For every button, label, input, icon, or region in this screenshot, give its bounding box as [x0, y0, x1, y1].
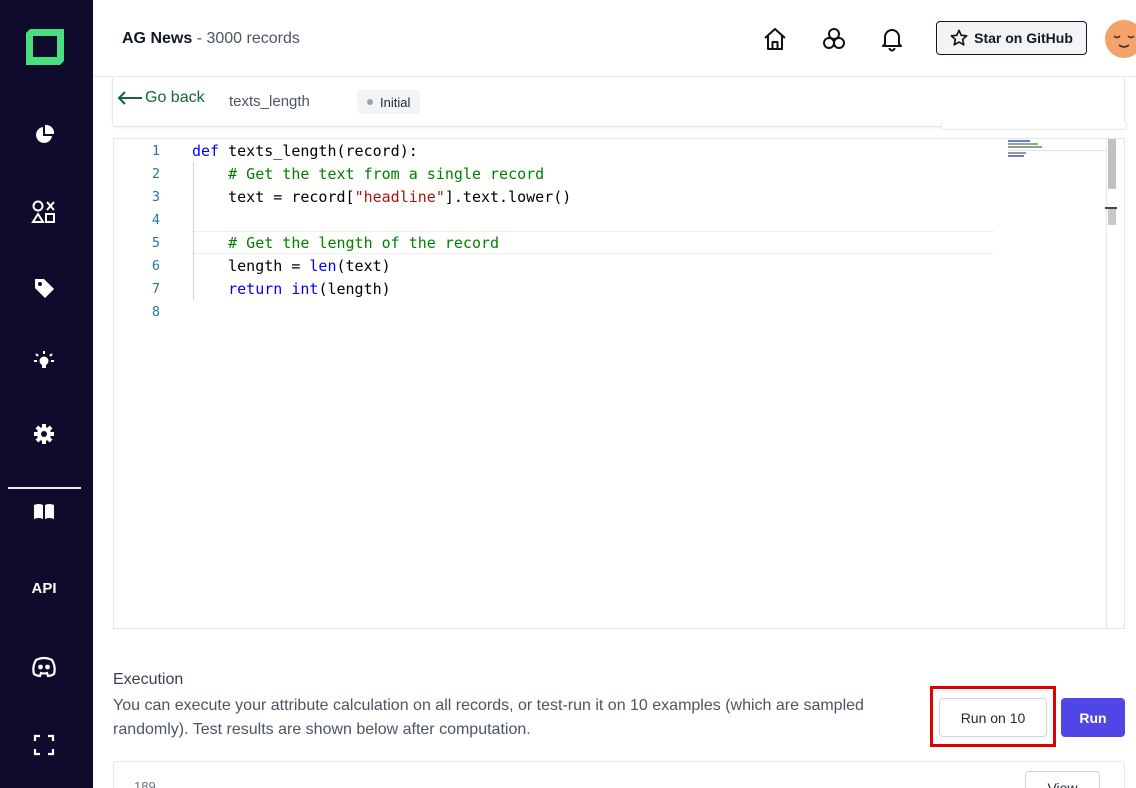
state-badge: Initial — [357, 90, 421, 114]
line-number: 6 — [151, 258, 160, 274]
fullscreen-button[interactable] — [29, 730, 59, 760]
code-editor[interactable]: 1 2 3 4 5 6 7 8 def texts_length(record)… — [113, 138, 1125, 629]
lightbulb-icon — [34, 351, 54, 368]
line-number: 3 — [151, 189, 160, 205]
line-number: 8 — [151, 304, 160, 320]
scrollbar-overview — [1108, 209, 1116, 225]
attribute-header-card: Go back texts_length Initial — [112, 78, 1127, 130]
code-line-1: def texts_length(record): — [192, 142, 418, 160]
top-header: AG News - 3000 records Star on GitHub — [93, 0, 1136, 77]
community-icon[interactable] — [29, 652, 59, 682]
star-on-github-button[interactable]: Star on GitHub — [936, 21, 1087, 55]
notifications-button[interactable] — [876, 23, 908, 55]
code-line-5: # Get the length of the record — [228, 234, 500, 252]
overview-icon[interactable] — [29, 120, 59, 150]
api-link[interactable]: API — [24, 578, 64, 600]
shapes-icon — [31, 200, 55, 223]
code-line-6: length = len(text) — [192, 257, 391, 275]
star-icon — [950, 29, 968, 46]
home-button[interactable] — [759, 23, 791, 55]
github-button-label: Star on GitHub — [974, 30, 1073, 46]
projects-button[interactable] — [818, 23, 850, 55]
execution-description: You can execute your attribute calculati… — [113, 697, 864, 738]
labeling-icon[interactable] — [29, 273, 59, 303]
sidebar-divider — [8, 487, 81, 489]
editor-scrollbar[interactable] — [1105, 139, 1117, 628]
run-on-10-button[interactable]: Run on 10 — [939, 698, 1047, 737]
minimap-line — [1008, 143, 1038, 145]
code-line-7: return int(length) — [228, 280, 391, 298]
scrollbar-thumb[interactable] — [1108, 139, 1116, 189]
run-button[interactable]: Run — [1061, 698, 1125, 737]
line-number: 7 — [151, 281, 160, 297]
attribute-name: texts_length — [229, 93, 310, 110]
arrow-left-icon — [117, 91, 142, 105]
data-browser-icon[interactable] — [29, 197, 59, 227]
project-name: AG News — [122, 30, 193, 47]
go-back-label: Go back — [145, 89, 205, 106]
code-line-2: # Get the text from a single record — [228, 165, 545, 183]
line-number: 4 — [151, 212, 160, 228]
record-count: 3000 records — [206, 30, 300, 47]
execution-title: Execution — [113, 671, 184, 688]
title-separator: - — [196, 30, 203, 47]
book-icon — [34, 504, 54, 519]
editor-minimap[interactable] — [1002, 139, 1108, 159]
line-number-gutter: 1 2 3 4 5 6 7 8 — [114, 139, 184, 628]
minimap-line — [1008, 140, 1030, 142]
settings-icon[interactable] — [29, 419, 59, 449]
code-line-3: text = record["headline"].text.lower() — [192, 188, 572, 206]
minimap-line — [1008, 152, 1026, 154]
pie-chart-icon — [36, 124, 55, 143]
docs-icon[interactable] — [29, 497, 59, 527]
tag-icon — [35, 279, 54, 298]
sidebar: API — [0, 0, 93, 788]
state-dot-icon — [367, 99, 373, 105]
result-card: 189 View — [113, 761, 1125, 788]
home-icon — [764, 28, 786, 50]
discord-icon — [32, 656, 56, 678]
subheader-tab-edge — [941, 122, 1127, 130]
minimap-line — [1008, 155, 1024, 157]
state-label: Initial — [380, 94, 411, 110]
line-number: 2 — [151, 166, 160, 182]
bell-icon — [882, 29, 902, 52]
app-logo[interactable] — [26, 29, 64, 65]
heuristics-icon[interactable] — [29, 346, 59, 376]
result-value: 189 — [134, 779, 156, 788]
code-content[interactable]: def texts_length(record): # Get the text… — [192, 139, 1092, 628]
line-number: 1 — [151, 143, 160, 159]
page-title: AG News - 3000 records — [122, 29, 300, 49]
view-button[interactable]: View — [1025, 771, 1100, 788]
user-avatar[interactable] — [1105, 20, 1136, 58]
fullscreen-icon — [33, 734, 55, 756]
circles-icon — [823, 28, 845, 49]
avatar-face-icon — [1105, 20, 1136, 58]
minimap-line — [1008, 146, 1042, 148]
gear-icon — [34, 424, 54, 444]
line-number: 5 — [151, 235, 160, 251]
go-back-link[interactable]: Go back — [117, 89, 205, 107]
minimap-line — [1008, 150, 1108, 151]
